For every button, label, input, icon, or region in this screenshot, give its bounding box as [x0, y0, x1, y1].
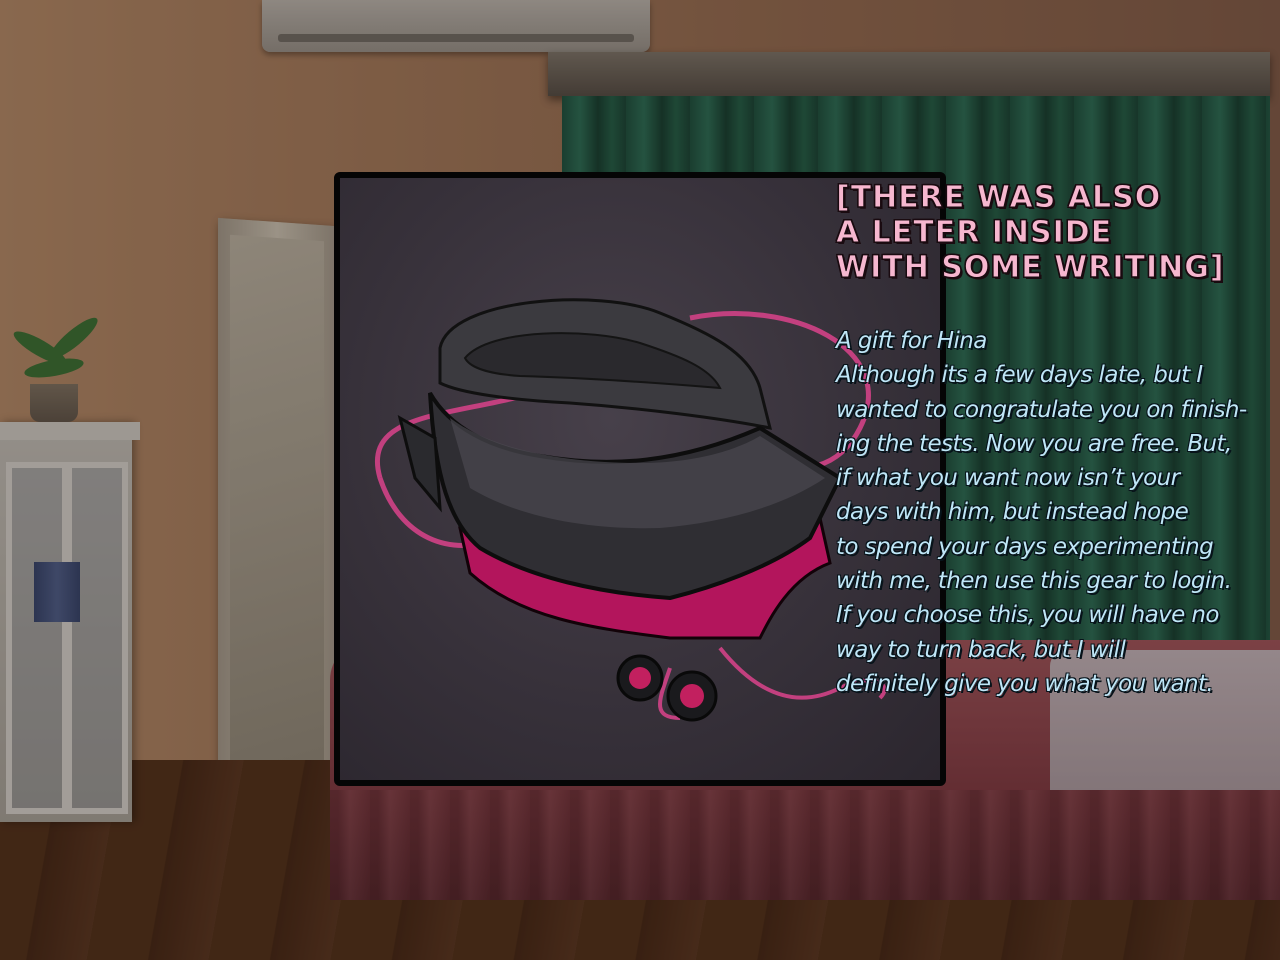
- letter-line: ing the tests. Now you are free. But,: [836, 430, 1232, 457]
- letter-text: A gift for Hina Although its a few days …: [836, 324, 1276, 701]
- letter-line: to spend your days experimenting: [836, 533, 1214, 560]
- letter-line: If you choose this, you will have no: [836, 602, 1219, 629]
- message-header: [There was also a leter inside with some…: [836, 180, 1276, 286]
- header-line: a leter inside: [836, 215, 1113, 251]
- letter-line: A gift for Hina: [836, 328, 987, 354]
- letter-line: with me, then use this gear to login.: [836, 568, 1232, 595]
- header-line: with some writing]: [836, 250, 1225, 286]
- letter-line: if what you want now isn’t your: [836, 465, 1180, 492]
- letter-line: way to turn back, but I will: [836, 636, 1126, 663]
- letter-line: Although its a few days late, but I: [836, 362, 1203, 389]
- letter-line: wanted to congratulate you on finish-: [836, 396, 1247, 423]
- letter-line: days with him, but instead hope: [836, 499, 1189, 526]
- letter-line: definitely give you what you want.: [836, 670, 1214, 697]
- header-line: [There was also: [836, 180, 1162, 216]
